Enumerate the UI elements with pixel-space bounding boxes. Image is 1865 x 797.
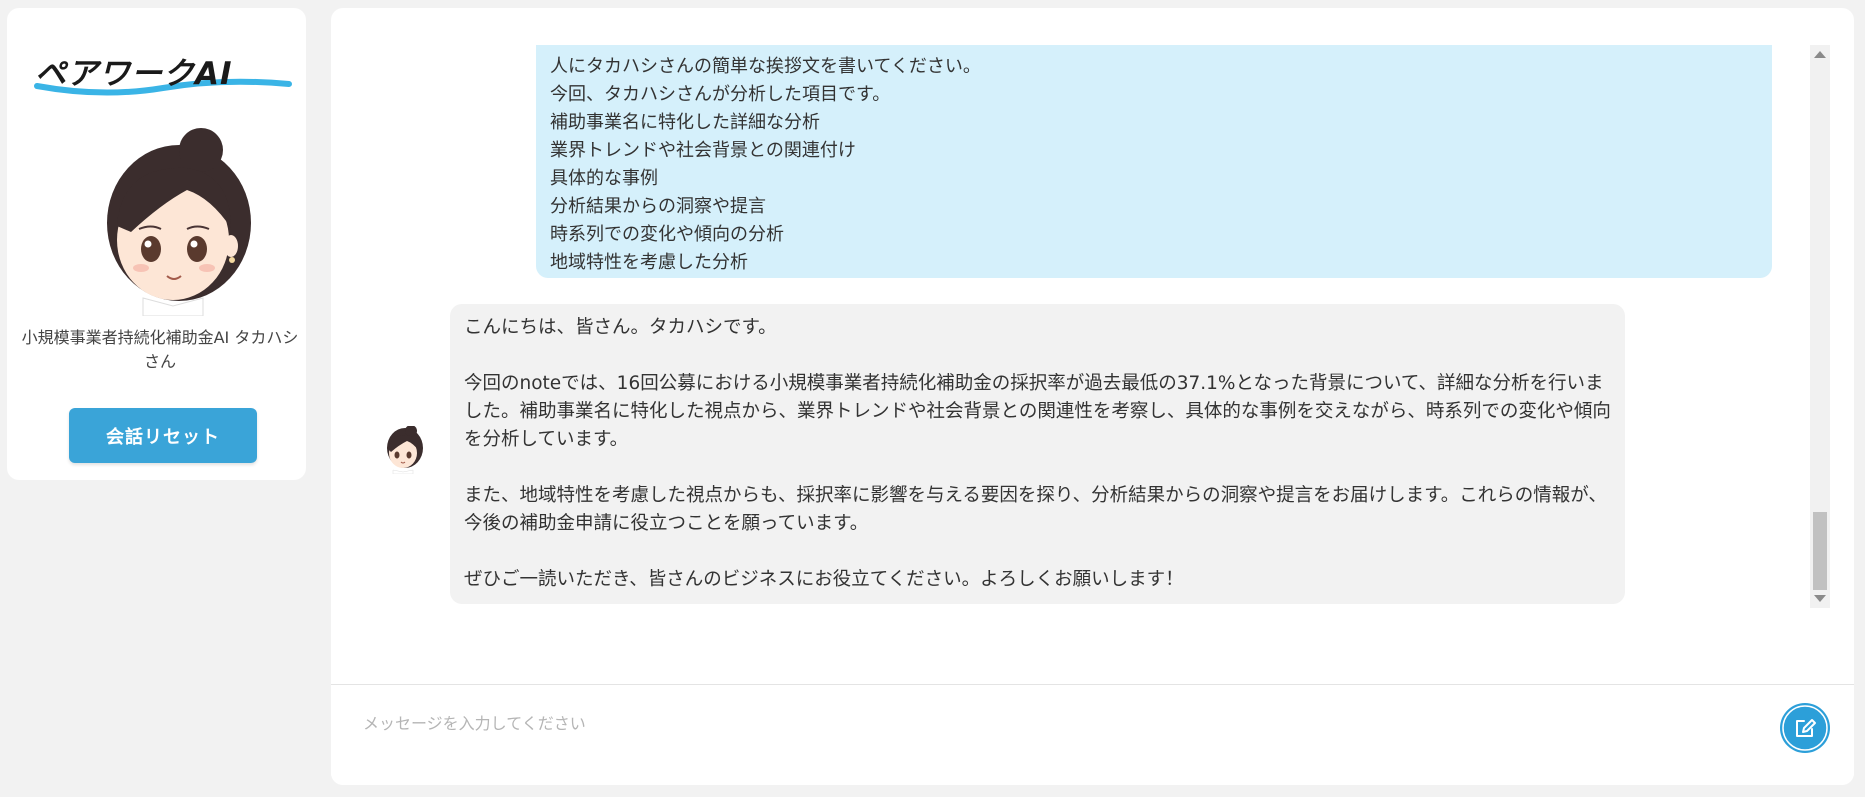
assistant-message: こんにちは、皆さん。タカハシです。 今回のnoteでは、16回公募における小規模…: [450, 304, 1625, 604]
user-message-line: 今回、タカハシさんが分析した項目です。: [550, 84, 891, 105]
assistant-message-paragraph: 今回のnoteでは、16回公募における小規模事業者持続化補助金の採択率が過去最低…: [464, 373, 1611, 450]
reset-conversation-button[interactable]: 会話リセット: [69, 408, 257, 463]
avatar-illustration: [107, 128, 251, 316]
message-input[interactable]: [361, 703, 1761, 743]
logo-text: ペアワークAI: [35, 56, 233, 92]
user-message-line: 地域特性を考慮した分析: [550, 252, 748, 273]
assistant-message-paragraph: こんにちは、皆さん。タカハシです。: [464, 317, 777, 338]
scroll-thumb[interactable]: [1813, 512, 1827, 590]
user-message-line: 時系列での変化や傾向の分析: [550, 224, 784, 245]
chat-scrollbar[interactable]: [1810, 45, 1830, 608]
scroll-up-arrow-icon[interactable]: [1814, 51, 1826, 58]
user-message: 人にタカハシさんの簡単な挨拶文を書いてください。 今回、タカハシさんが分析した項…: [536, 45, 1772, 278]
assistant-message-paragraph: ぜひご一読いただき、皆さんのビジネスにお役立てください。よろしくお願いします！: [464, 569, 1184, 590]
send-button[interactable]: [1780, 703, 1830, 753]
assistant-name: 小規模事業者持続化補助金AI タカハシさん: [21, 328, 299, 371]
assistant-avatar-icon: [387, 426, 423, 474]
edit-pencil-icon: [1782, 705, 1828, 751]
message-list: 人にタカハシさんの簡単な挨拶文を書いてください。 今回、タカハシさんが分析した項…: [331, 8, 1854, 684]
sidebar: ペアワークAI 小規模事業者持続化補助金AI タカハシさん 会話リセット: [7, 8, 306, 480]
user-message-line: 分析結果からの洞察や提言: [550, 196, 766, 217]
chat-panel: 人にタカハシさんの簡単な挨拶文を書いてください。 今回、タカハシさんが分析した項…: [331, 8, 1854, 785]
message-composer: [331, 684, 1854, 785]
assistant-message-paragraph: また、地域特性を考慮した視点からも、採択率に影響を与える要因を探り、分析結果から…: [464, 485, 1607, 534]
user-message-line: 補助事業名に特化した詳細な分析: [550, 112, 820, 133]
user-message-line: 具体的な事例: [550, 168, 658, 189]
user-message-line: 業界トレンドや社会背景との関連付け: [550, 140, 856, 161]
user-message-line: 人にタカハシさんの簡単な挨拶文を書いてください。: [550, 56, 981, 77]
logo: ペアワークAI: [34, 56, 292, 96]
scroll-down-arrow-icon[interactable]: [1814, 595, 1826, 602]
